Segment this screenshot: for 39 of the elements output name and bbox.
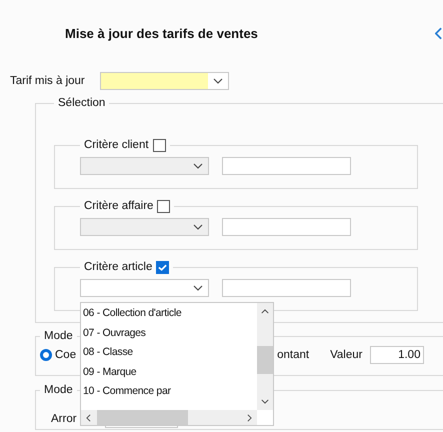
window-title: Mise à jour des tarifs de ventes	[65, 26, 258, 40]
chevron-down-icon	[213, 78, 223, 84]
group-label: Critère client	[84, 138, 149, 152]
field-label: Arror	[51, 413, 77, 425]
radio-label: ontant	[277, 349, 310, 361]
text-field[interactable]	[222, 218, 351, 236]
chevron-left-icon	[86, 414, 91, 422]
chevron-left-icon[interactable]	[435, 26, 442, 40]
field-label: Tarif mis à jour	[10, 75, 86, 87]
text-field[interactable]	[222, 279, 351, 297]
chevron-up-icon	[261, 309, 269, 314]
radio-button[interactable]	[40, 349, 52, 361]
checkmark-icon	[158, 264, 168, 270]
list-item[interactable]: 10 - Commence par	[81, 382, 257, 402]
group-label: Mode	[43, 329, 74, 343]
chevron-down-icon	[261, 399, 269, 404]
dropdown-field[interactable]	[100, 72, 229, 90]
dropdown-field[interactable]	[80, 279, 209, 297]
checkbox[interactable]	[157, 200, 170, 212]
group-label: Sélection	[57, 96, 106, 110]
chevron-down-icon	[193, 224, 203, 230]
list-item[interactable]: 08 - Classe	[81, 343, 257, 362]
text-field[interactable]	[222, 157, 351, 175]
radio-label: Coe	[55, 349, 76, 361]
chevron-down-icon	[193, 163, 203, 169]
number-field[interactable]: 1.00	[370, 346, 424, 364]
chevron-right-icon	[247, 414, 252, 422]
checkbox[interactable]	[156, 260, 170, 274]
list-item[interactable]: 07 - Ouvrages	[81, 324, 257, 343]
list-item[interactable]: 06 - Collection d'article	[81, 304, 257, 324]
chevron-down-icon	[193, 285, 203, 291]
group-label: Mode	[43, 383, 74, 397]
field-label: Valeur	[330, 349, 362, 361]
group-label: Critère affaire	[84, 199, 154, 213]
horizontal-scrollbar[interactable]	[81, 410, 257, 425]
checkbox[interactable]	[152, 138, 166, 152]
vertical-scrollbar[interactable]	[257, 303, 273, 410]
group-label: Critère article	[84, 260, 152, 274]
list-item[interactable]: 09 - Marque	[81, 362, 257, 382]
